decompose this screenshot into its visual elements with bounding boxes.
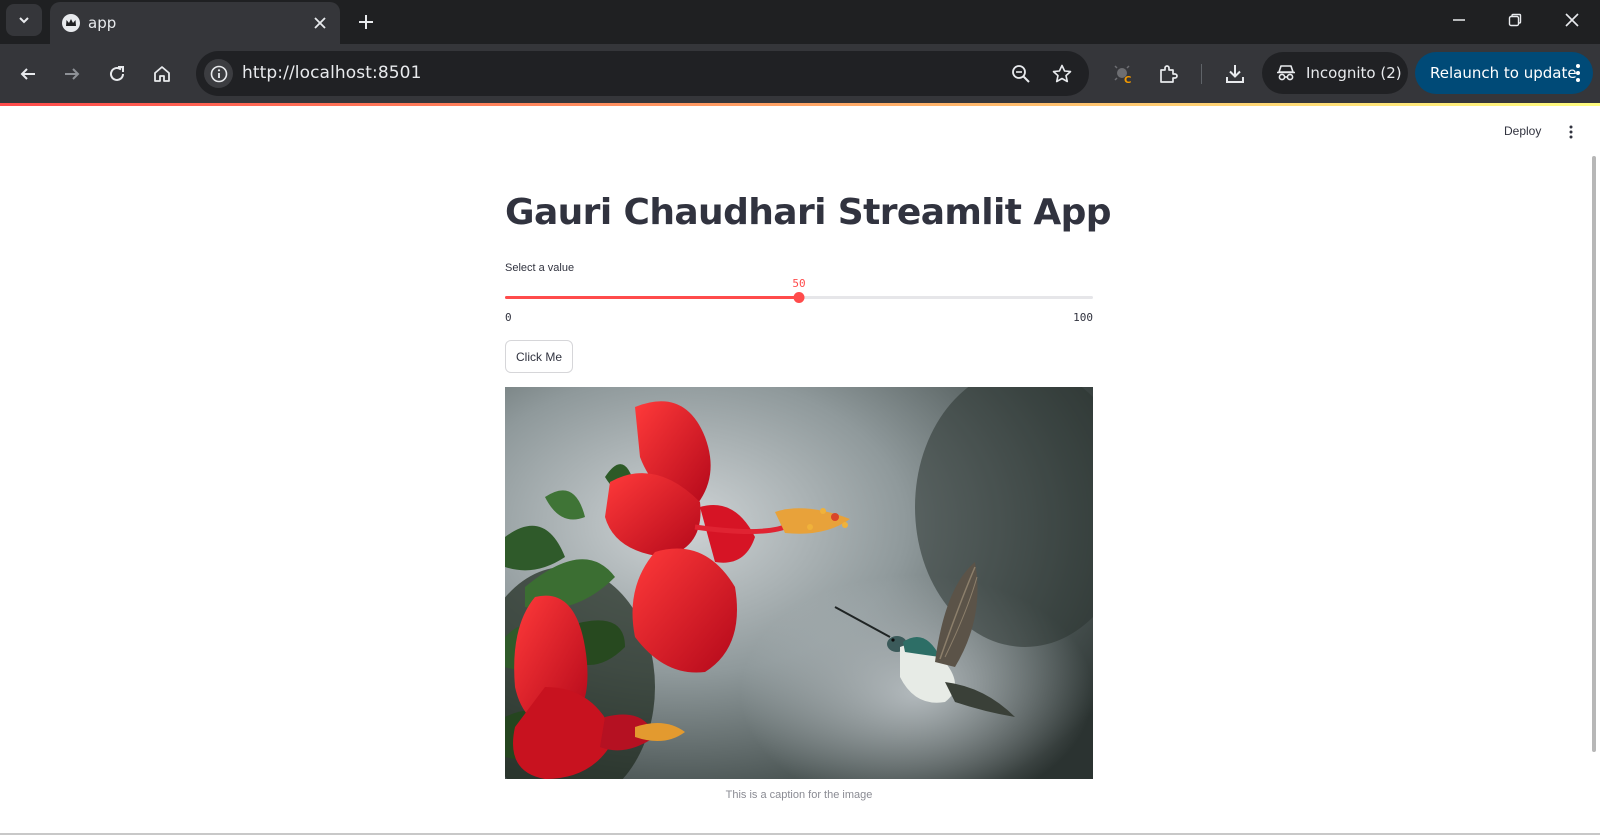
browser-toolbar: http://localhost:8501 C Incognito (2) Re… bbox=[0, 44, 1600, 103]
bookmark-button[interactable] bbox=[1049, 61, 1075, 87]
photo-illustration bbox=[505, 387, 1093, 779]
slider-current-value: 50 bbox=[792, 277, 806, 290]
zoom-button[interactable] bbox=[1008, 61, 1034, 87]
window-close-button[interactable] bbox=[1549, 4, 1595, 36]
arrow-left-icon bbox=[20, 68, 35, 80]
main-menu-button[interactable] bbox=[1563, 123, 1579, 141]
svg-text:C: C bbox=[1124, 75, 1131, 85]
chevron-down-icon bbox=[19, 17, 29, 24]
home-icon bbox=[154, 66, 170, 82]
minimize-button[interactable] bbox=[1436, 4, 1482, 36]
arrow-right-icon bbox=[65, 68, 80, 80]
slider-max-label: 100 bbox=[1073, 311, 1093, 324]
value-slider[interactable] bbox=[505, 292, 1093, 303]
image-caption: This is a caption for the image bbox=[725, 789, 873, 801]
extension-c-button[interactable]: C bbox=[1107, 58, 1139, 90]
close-icon bbox=[1565, 13, 1579, 27]
restore-icon bbox=[1508, 13, 1522, 27]
forward-button[interactable] bbox=[56, 58, 88, 90]
incognito-button[interactable]: Incognito (2) bbox=[1262, 52, 1408, 94]
relaunch-to-update-button[interactable]: Relaunch to update bbox=[1415, 52, 1593, 94]
restore-button[interactable] bbox=[1492, 4, 1538, 36]
plus-icon bbox=[359, 15, 373, 29]
new-tab-button[interactable] bbox=[352, 8, 380, 36]
kebab-menu-icon[interactable] bbox=[1575, 63, 1581, 83]
hibiscus-hummingbird-image bbox=[505, 387, 1093, 779]
reload-icon bbox=[110, 66, 124, 81]
slider-min-label: 0 bbox=[505, 311, 512, 324]
page-scrollbar[interactable] bbox=[1592, 156, 1596, 752]
puzzle-icon bbox=[1160, 65, 1178, 83]
browser-tab-bar: app bbox=[0, 0, 1600, 44]
streamlit-app-page: Deploy Gauri Chaudhari Streamlit App Sel… bbox=[0, 106, 1600, 837]
browser-tab[interactable]: app bbox=[50, 2, 340, 44]
downloads-button[interactable] bbox=[1219, 58, 1251, 90]
url-text[interactable]: http://localhost:8501 bbox=[242, 63, 421, 83]
close-icon bbox=[314, 17, 326, 29]
bug-extension-icon: C bbox=[1114, 65, 1131, 85]
kebab-menu-icon bbox=[1569, 125, 1573, 139]
incognito-label: Incognito (2) bbox=[1306, 64, 1402, 82]
slider-fill bbox=[505, 296, 799, 299]
star-icon bbox=[1052, 64, 1072, 83]
download-icon bbox=[1226, 65, 1244, 83]
minimize-icon bbox=[1453, 19, 1465, 21]
slider-label: Select a value bbox=[505, 262, 575, 274]
streamlit-crown-icon bbox=[62, 14, 80, 32]
site-info-button[interactable] bbox=[204, 59, 233, 88]
extensions-button[interactable] bbox=[1153, 58, 1185, 90]
tab-search-button[interactable] bbox=[6, 4, 42, 36]
reload-button[interactable] bbox=[101, 58, 133, 90]
address-bar[interactable]: http://localhost:8501 bbox=[196, 51, 1089, 96]
relaunch-label: Relaunch to update bbox=[1430, 64, 1577, 82]
zoom-out-icon bbox=[1012, 65, 1030, 83]
page-title: Gauri Chaudhari Streamlit App bbox=[505, 192, 1112, 233]
tab-close-button[interactable] bbox=[308, 11, 332, 35]
incognito-icon bbox=[1277, 65, 1295, 81]
slider-thumb[interactable] bbox=[793, 292, 805, 303]
back-button[interactable] bbox=[12, 58, 44, 90]
page-bottom-border bbox=[0, 833, 1600, 835]
tab-title: app bbox=[88, 14, 117, 32]
click-me-button[interactable]: Click Me bbox=[505, 340, 573, 373]
deploy-button[interactable]: Deploy bbox=[1504, 124, 1541, 138]
info-icon bbox=[210, 65, 227, 82]
home-button[interactable] bbox=[146, 58, 178, 90]
toolbar-separator bbox=[1201, 64, 1202, 84]
